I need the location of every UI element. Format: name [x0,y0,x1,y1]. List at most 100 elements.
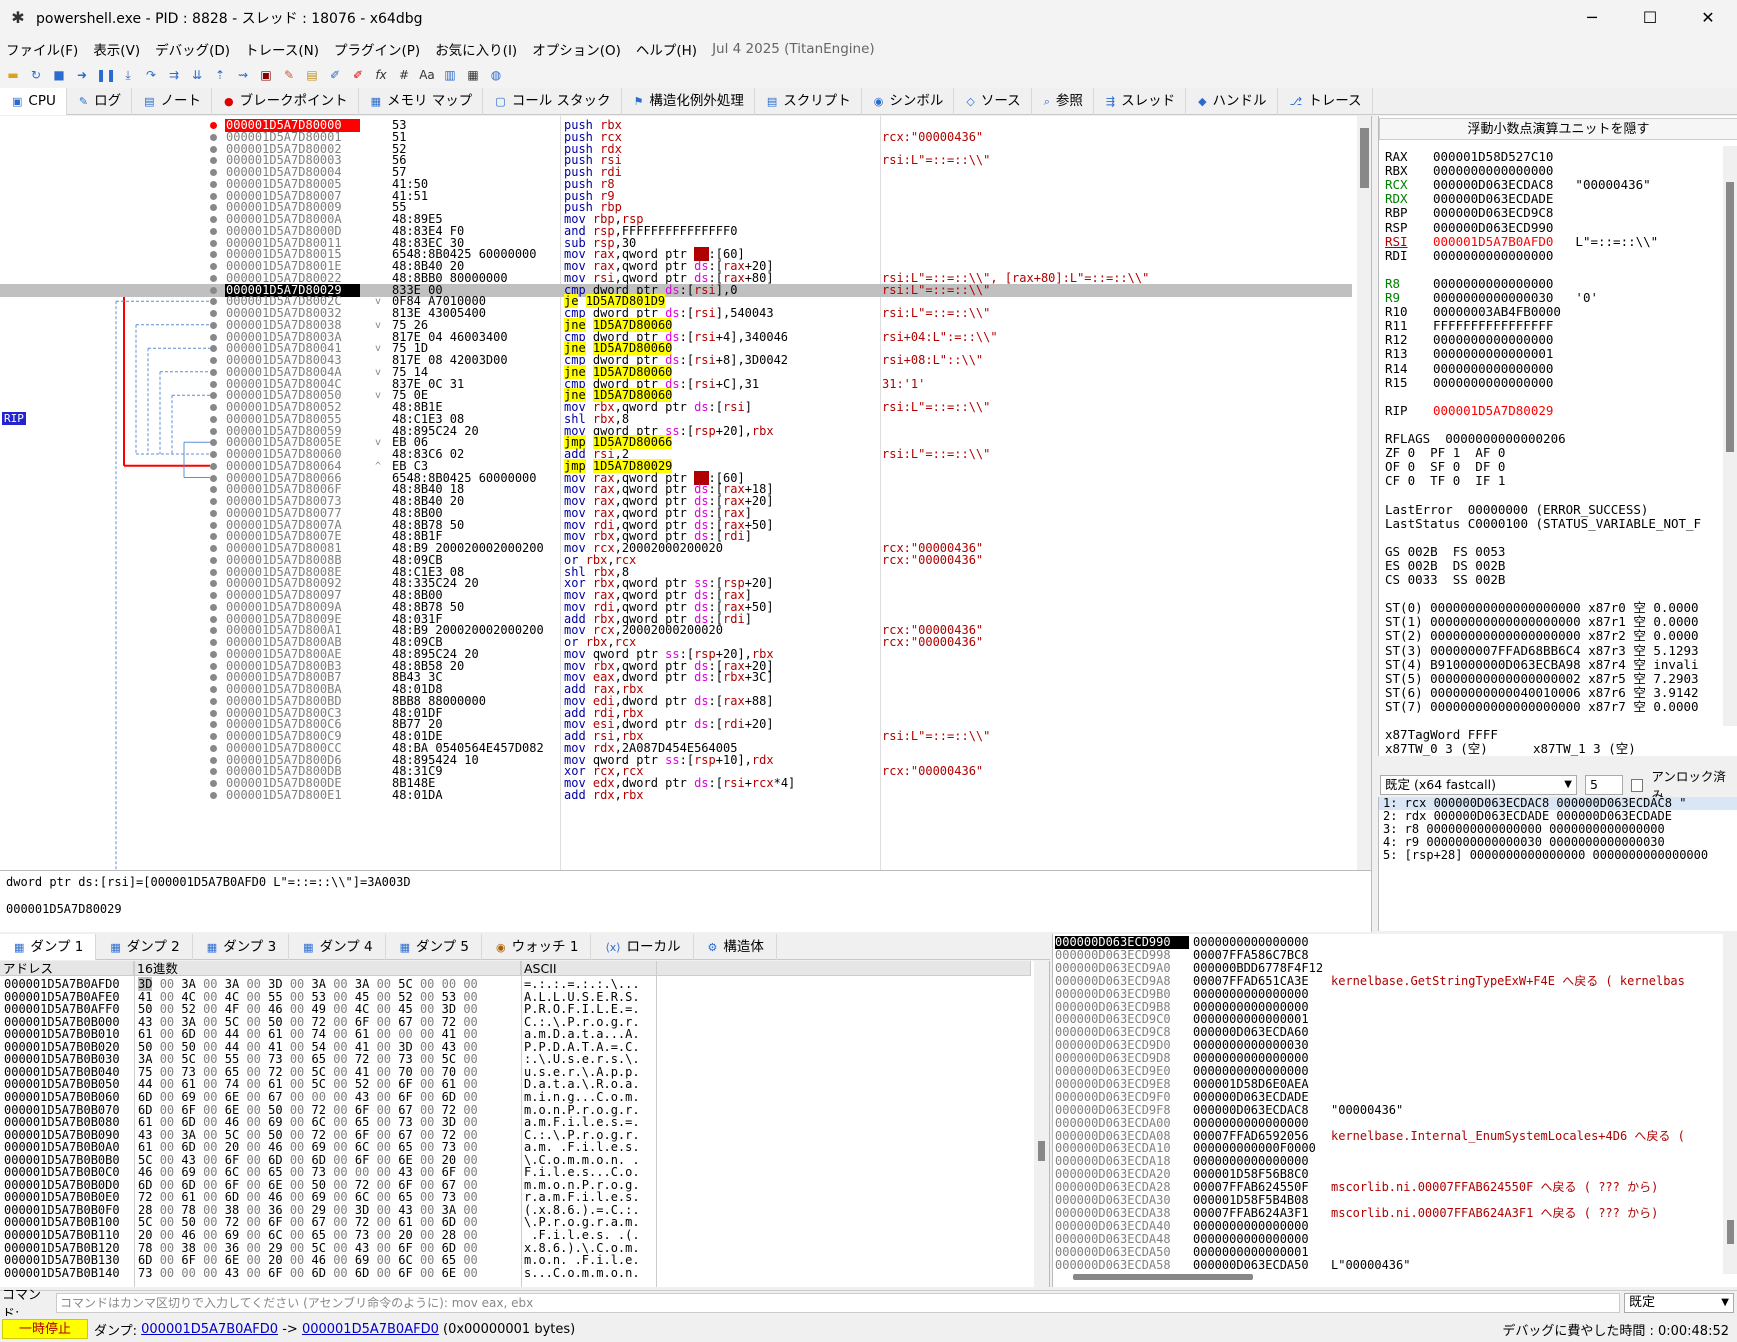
breakpoint-dot[interactable] [210,404,217,411]
label-icon[interactable]: ▤ [303,66,321,84]
tab-4[interactable]: ▦ メモリ マップ [359,88,484,115]
breakpoint-dot[interactable] [210,639,217,646]
step-over-icon[interactable]: ↷ [142,66,160,84]
tab-3[interactable]: ● ブレークポイント [212,88,359,115]
menu-item[interactable]: ヘルプ(H) [636,39,697,59]
breakpoint-dot[interactable] [210,439,217,447]
command-input[interactable]: コマンドはカンマ区切りで入力してください (アセンブリ命令のように): mov … [56,1292,1620,1313]
scrollbar-thumb[interactable] [1727,1220,1734,1244]
argument-row[interactable]: 1: rcx 000000D063ECDAC8 000000D063ECDAC8… [1379,797,1737,810]
breakpoint-dot[interactable] [210,427,217,435]
tab-10[interactable]: ⌕ 参照 [1032,88,1094,115]
scrollbar-thumb[interactable] [1726,182,1734,452]
dump-header-address[interactable]: アドレス [0,961,134,976]
breakpoint-dot[interactable] [210,592,217,599]
menu-item[interactable]: トレース(N) [245,39,319,59]
dump-from-link[interactable]: 000001D5A7B0AFD0 [141,1322,278,1337]
register-row[interactable]: R13 0000000000000001 [1385,347,1575,361]
scrollbar-thumb[interactable] [1038,1141,1045,1161]
restart-icon[interactable]: ↻ [27,66,45,84]
breakpoint-dot[interactable] [210,509,217,517]
breakpoint-dot[interactable] [210,780,217,787]
breakpoint-dot[interactable] [210,533,217,541]
breakpoint-dot[interactable] [210,333,217,341]
dump-scrollbar[interactable] [1034,961,1049,1287]
function-icon[interactable]: fx [372,66,390,84]
dump-tab-6[interactable]: ⟨x⟩ ローカル [591,934,694,960]
tab-7[interactable]: ▤ スクリプト [755,88,862,115]
breakpoint-dot[interactable] [210,545,217,552]
strings-icon[interactable]: ▥ [441,66,459,84]
register-row[interactable]: RCX 000000D063ECDAC8 "00000436" [1385,178,1651,192]
breakpoint-dot[interactable] [210,662,217,670]
tab-12[interactable]: ◆ ハンドル [1186,88,1278,115]
breakpoint-dot[interactable] [210,227,217,235]
breakpoint-dot[interactable] [210,133,217,141]
register-row[interactable]: RAX 000001D58D527C10 [1385,150,1575,164]
breakpoint-dot[interactable] [210,521,217,529]
register-row[interactable]: RDI 0000000000000000 [1385,248,1575,263]
trace-into-icon[interactable]: ⇉ [165,66,183,84]
stack-view[interactable]: 000000D063ECD990 0000000000000000 000000D0… [1052,934,1737,1287]
font-icon[interactable]: Aa [418,66,436,84]
register-row[interactable]: RSI 000001D5A7B0AFD0 L"=::=::\\" [1385,234,1658,249]
breakpoint-dot[interactable] [210,603,217,611]
disasm-scrollbar[interactable] [1357,116,1371,870]
breakpoint-dot[interactable] [210,263,217,270]
dump-header-hex[interactable]: 16進数 [134,961,521,976]
argument-row[interactable]: 4: r9 0000000000000030 0000000000000030 [1379,836,1737,849]
menu-item[interactable]: プラグイン(P) [334,39,420,59]
dump-view[interactable]: アドレス 16進数 ASCII 000001D5A7B0AFD0 3D 00 3A… [0,961,1050,1287]
open-icon[interactable]: ▬ [4,66,22,84]
breakpoint-dot[interactable] [210,756,217,764]
register-row[interactable]: R14 0000000000000000 [1385,361,1575,376]
breakpoint-dot[interactable] [210,180,217,188]
command-mode-select[interactable]: 既定 ▼ [1624,1292,1734,1313]
breakpoint-dot[interactable] [210,298,217,306]
breakpoint-dot[interactable] [210,486,217,494]
dump-header-ascii[interactable]: ASCII [521,961,1031,976]
breakpoint-dot[interactable] [210,345,217,353]
stack-scrollbar[interactable] [1723,934,1737,1274]
breakpoint-dot[interactable] [210,498,217,505]
register-row[interactable]: R9 0000000000000030 '0' [1385,291,1598,305]
breakpoint-dot[interactable] [210,697,217,705]
breakpoint-dot[interactable] [210,568,217,576]
tab-5[interactable]: ▢ コール スタック [483,88,622,115]
breakpoint-dot[interactable] [210,556,217,564]
close-button[interactable]: ✕ [1679,0,1737,36]
trace-over-icon[interactable]: ⇊ [188,66,206,84]
breakpoint-dot[interactable] [210,157,217,165]
argument-row[interactable]: 3: r8 0000000000000000 0000000000000000 [1379,823,1737,836]
stack-hscrollbar[interactable] [1073,1274,1253,1280]
breakpoint-dot[interactable] [210,204,217,212]
breakpoint-dot[interactable] [210,474,217,482]
hide-fpu-button[interactable]: 浮動小数点演算ユニットを隠す [1379,118,1737,140]
breakpoint-dot[interactable] [210,791,217,799]
breakpoint-dot[interactable] [210,145,217,153]
unlock-checkbox[interactable] [1630,778,1644,792]
breakpoint-dot[interactable] [210,733,217,740]
dump-to-link[interactable]: 000001D5A7B0AFD0 [302,1322,439,1337]
globe-icon[interactable]: ◍ [487,66,505,84]
breakpoint-dot[interactable] [210,392,217,400]
register-row[interactable]: R10 00000003AB4FB0000 [1385,305,1583,319]
argument-row[interactable]: 5: [rsp+28] 0000000000000000 00000000000… [1379,849,1737,862]
arg-count-spinbox[interactable]: 5 [1585,775,1623,795]
breakpoint-dot[interactable] [210,286,217,294]
breakpoint-dot[interactable] [210,744,217,752]
register-row[interactable]: RDX 000000D063ECDADE [1385,192,1575,206]
run-icon[interactable]: ➜ [73,66,91,84]
tab-6[interactable]: ⚑ 構造化例外処理 [622,88,755,115]
disassembly-view[interactable]: RIP 000001D5A7D80000 53 push rbx 000001D5A7… [0,116,1372,870]
breakpoint-dot[interactable] [210,368,217,376]
calling-convention-select[interactable]: 既定 (x64 fastcall) ▼ [1380,775,1577,795]
breakpoint-dot[interactable] [210,451,217,458]
dump-tab-0[interactable]: ▦ ダンプ 1 [0,934,97,960]
registers-pane[interactable]: 浮動小数点演算ユニットを隠す RAX 000001D58D527C10 RBX 000… [1378,116,1737,756]
menu-item[interactable]: オプション(O) [532,39,621,59]
register-row[interactable]: R15 0000000000000000 [1385,375,1575,390]
breakpoint-dot[interactable] [210,216,217,223]
tab-13[interactable]: ⎇ トレース [1278,88,1373,115]
register-row[interactable]: RBP 000000D063ECD9C8 [1385,206,1575,220]
